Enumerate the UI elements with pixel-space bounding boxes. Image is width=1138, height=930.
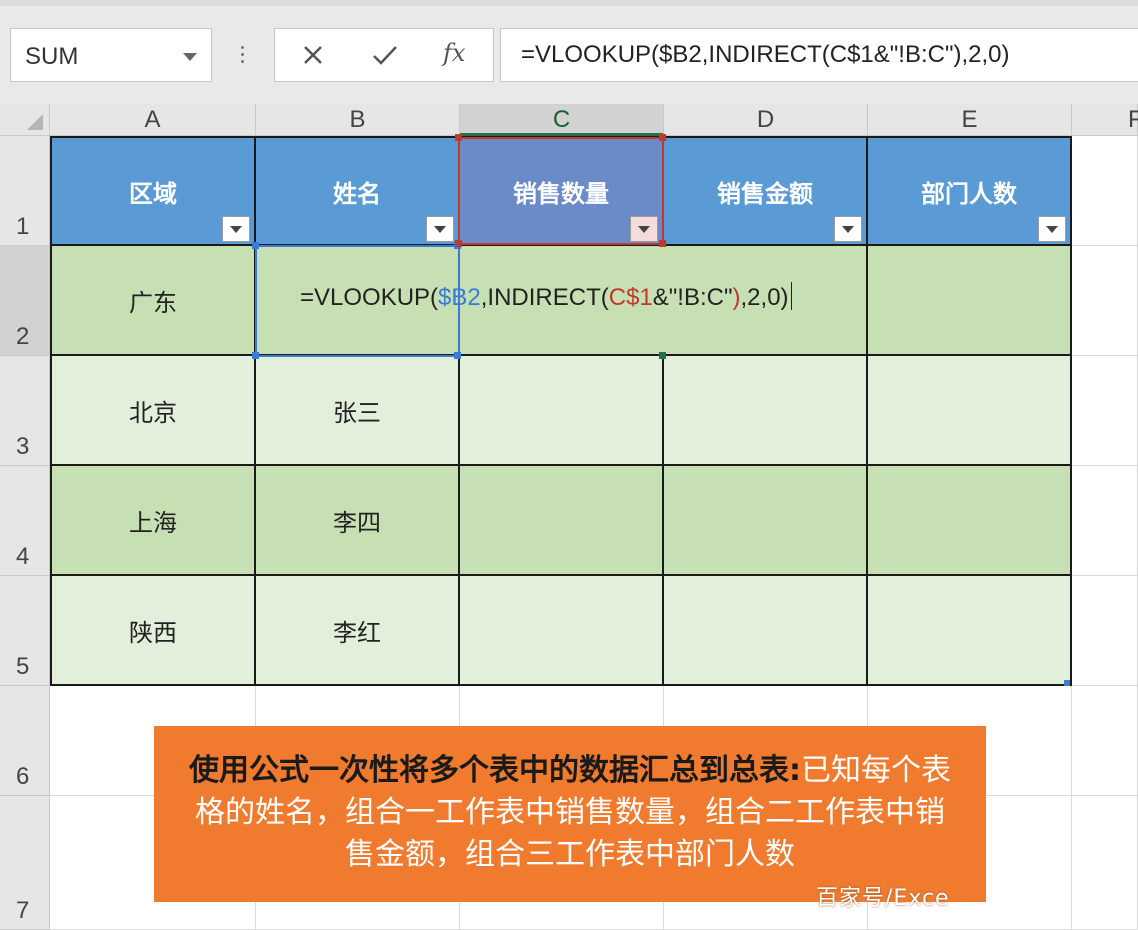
cell-f6[interactable] <box>1072 686 1138 796</box>
cell-b5[interactable]: 李红 <box>256 576 460 686</box>
filter-dropdown-icon[interactable] <box>426 216 454 242</box>
row-header-1[interactable]: 1 <box>0 136 50 246</box>
column-header-e[interactable]: E <box>868 104 1072 136</box>
column-header-c[interactable]: C <box>460 104 664 136</box>
cell-a3[interactable]: 北京 <box>50 356 256 466</box>
column-header-b[interactable]: B <box>256 104 460 136</box>
filter-dropdown-icon[interactable] <box>834 216 862 242</box>
cell-b3[interactable]: 张三 <box>256 356 460 466</box>
in-cell-formula-editor[interactable]: =VLOOKUP($B2,INDIRECT(C$1&"!B:C"),2,0) <box>300 282 792 312</box>
row-header-5[interactable]: 5 <box>0 576 50 686</box>
formula-bar: SUM fx =VLOOKUP($B2,INDIRECT(C$1&"!B:C")… <box>0 0 1138 108</box>
cell-c4[interactable] <box>460 466 664 576</box>
more-vertical-icon <box>236 42 248 72</box>
cell-f4[interactable] <box>1072 466 1138 576</box>
filter-dropdown-icon[interactable] <box>222 216 250 242</box>
resize-handle[interactable] <box>659 240 666 247</box>
top-strip <box>0 0 1138 6</box>
cell-a4[interactable]: 上海 <box>50 466 256 576</box>
column-header-a[interactable]: A <box>50 104 256 136</box>
resize-handle[interactable] <box>455 240 462 247</box>
cell-a2[interactable]: 广东 <box>50 246 256 356</box>
cell-f1[interactable] <box>1072 136 1138 246</box>
table-resize-handle[interactable] <box>1064 680 1070 686</box>
resize-handle[interactable] <box>252 242 259 249</box>
confirm-icon[interactable] <box>371 43 399 67</box>
fill-handle[interactable] <box>659 352 666 359</box>
resize-handle[interactable] <box>252 352 259 359</box>
cell-c3[interactable] <box>460 356 664 466</box>
text-caret <box>790 282 792 310</box>
cell-e2[interactable] <box>868 246 1072 356</box>
cell-b4[interactable]: 李四 <box>256 466 460 576</box>
column-header-d[interactable]: D <box>664 104 868 136</box>
cell-d5[interactable] <box>664 576 868 686</box>
chevron-down-icon[interactable] <box>183 53 197 61</box>
resize-handle[interactable] <box>454 352 461 359</box>
row-header-7[interactable]: 7 <box>0 796 50 930</box>
row-header-3[interactable]: 3 <box>0 356 50 466</box>
row-header-2[interactable]: 2 <box>0 246 50 356</box>
cell-a5[interactable]: 陕西 <box>50 576 256 686</box>
resize-handle[interactable] <box>455 134 462 141</box>
cancel-icon[interactable] <box>301 43 325 67</box>
row-header-4[interactable]: 4 <box>0 466 50 576</box>
cell-e5[interactable] <box>868 576 1072 686</box>
cell-e4[interactable] <box>868 466 1072 576</box>
watermark: 百家号/Exce <box>816 886 950 911</box>
formula-input[interactable]: =VLOOKUP($B2,INDIRECT(C$1&"!B:C"),2,0) <box>500 28 1138 82</box>
caption-title: 使用公式一次性将多个表中的数据汇总到总表: <box>189 753 801 788</box>
row-header-6[interactable]: 6 <box>0 686 50 796</box>
cell-f5[interactable] <box>1072 576 1138 686</box>
cell-d3[interactable] <box>664 356 868 466</box>
resize-handle[interactable] <box>659 134 666 141</box>
filter-dropdown-icon[interactable] <box>1038 216 1066 242</box>
cell-f2[interactable] <box>1072 246 1138 356</box>
cell-f7[interactable] <box>1072 796 1138 930</box>
cell-d4[interactable] <box>664 466 868 576</box>
cell-e3[interactable] <box>868 356 1072 466</box>
select-all-corner[interactable] <box>0 104 50 136</box>
cell-c5[interactable] <box>460 576 664 686</box>
column-header-f[interactable]: F <box>1072 104 1138 136</box>
name-box[interactable]: SUM <box>10 28 212 82</box>
insert-function-icon[interactable]: fx <box>443 39 465 67</box>
filter-dropdown-icon[interactable] <box>630 216 658 242</box>
caption-banner: 使用公式一次性将多个表中的数据汇总到总表:已知每个表格的姓名，组合一工作表中销售… <box>154 726 986 902</box>
name-box-value: SUM <box>25 43 79 70</box>
formula-buttons: fx <box>274 28 494 82</box>
cell-f3[interactable] <box>1072 356 1138 466</box>
